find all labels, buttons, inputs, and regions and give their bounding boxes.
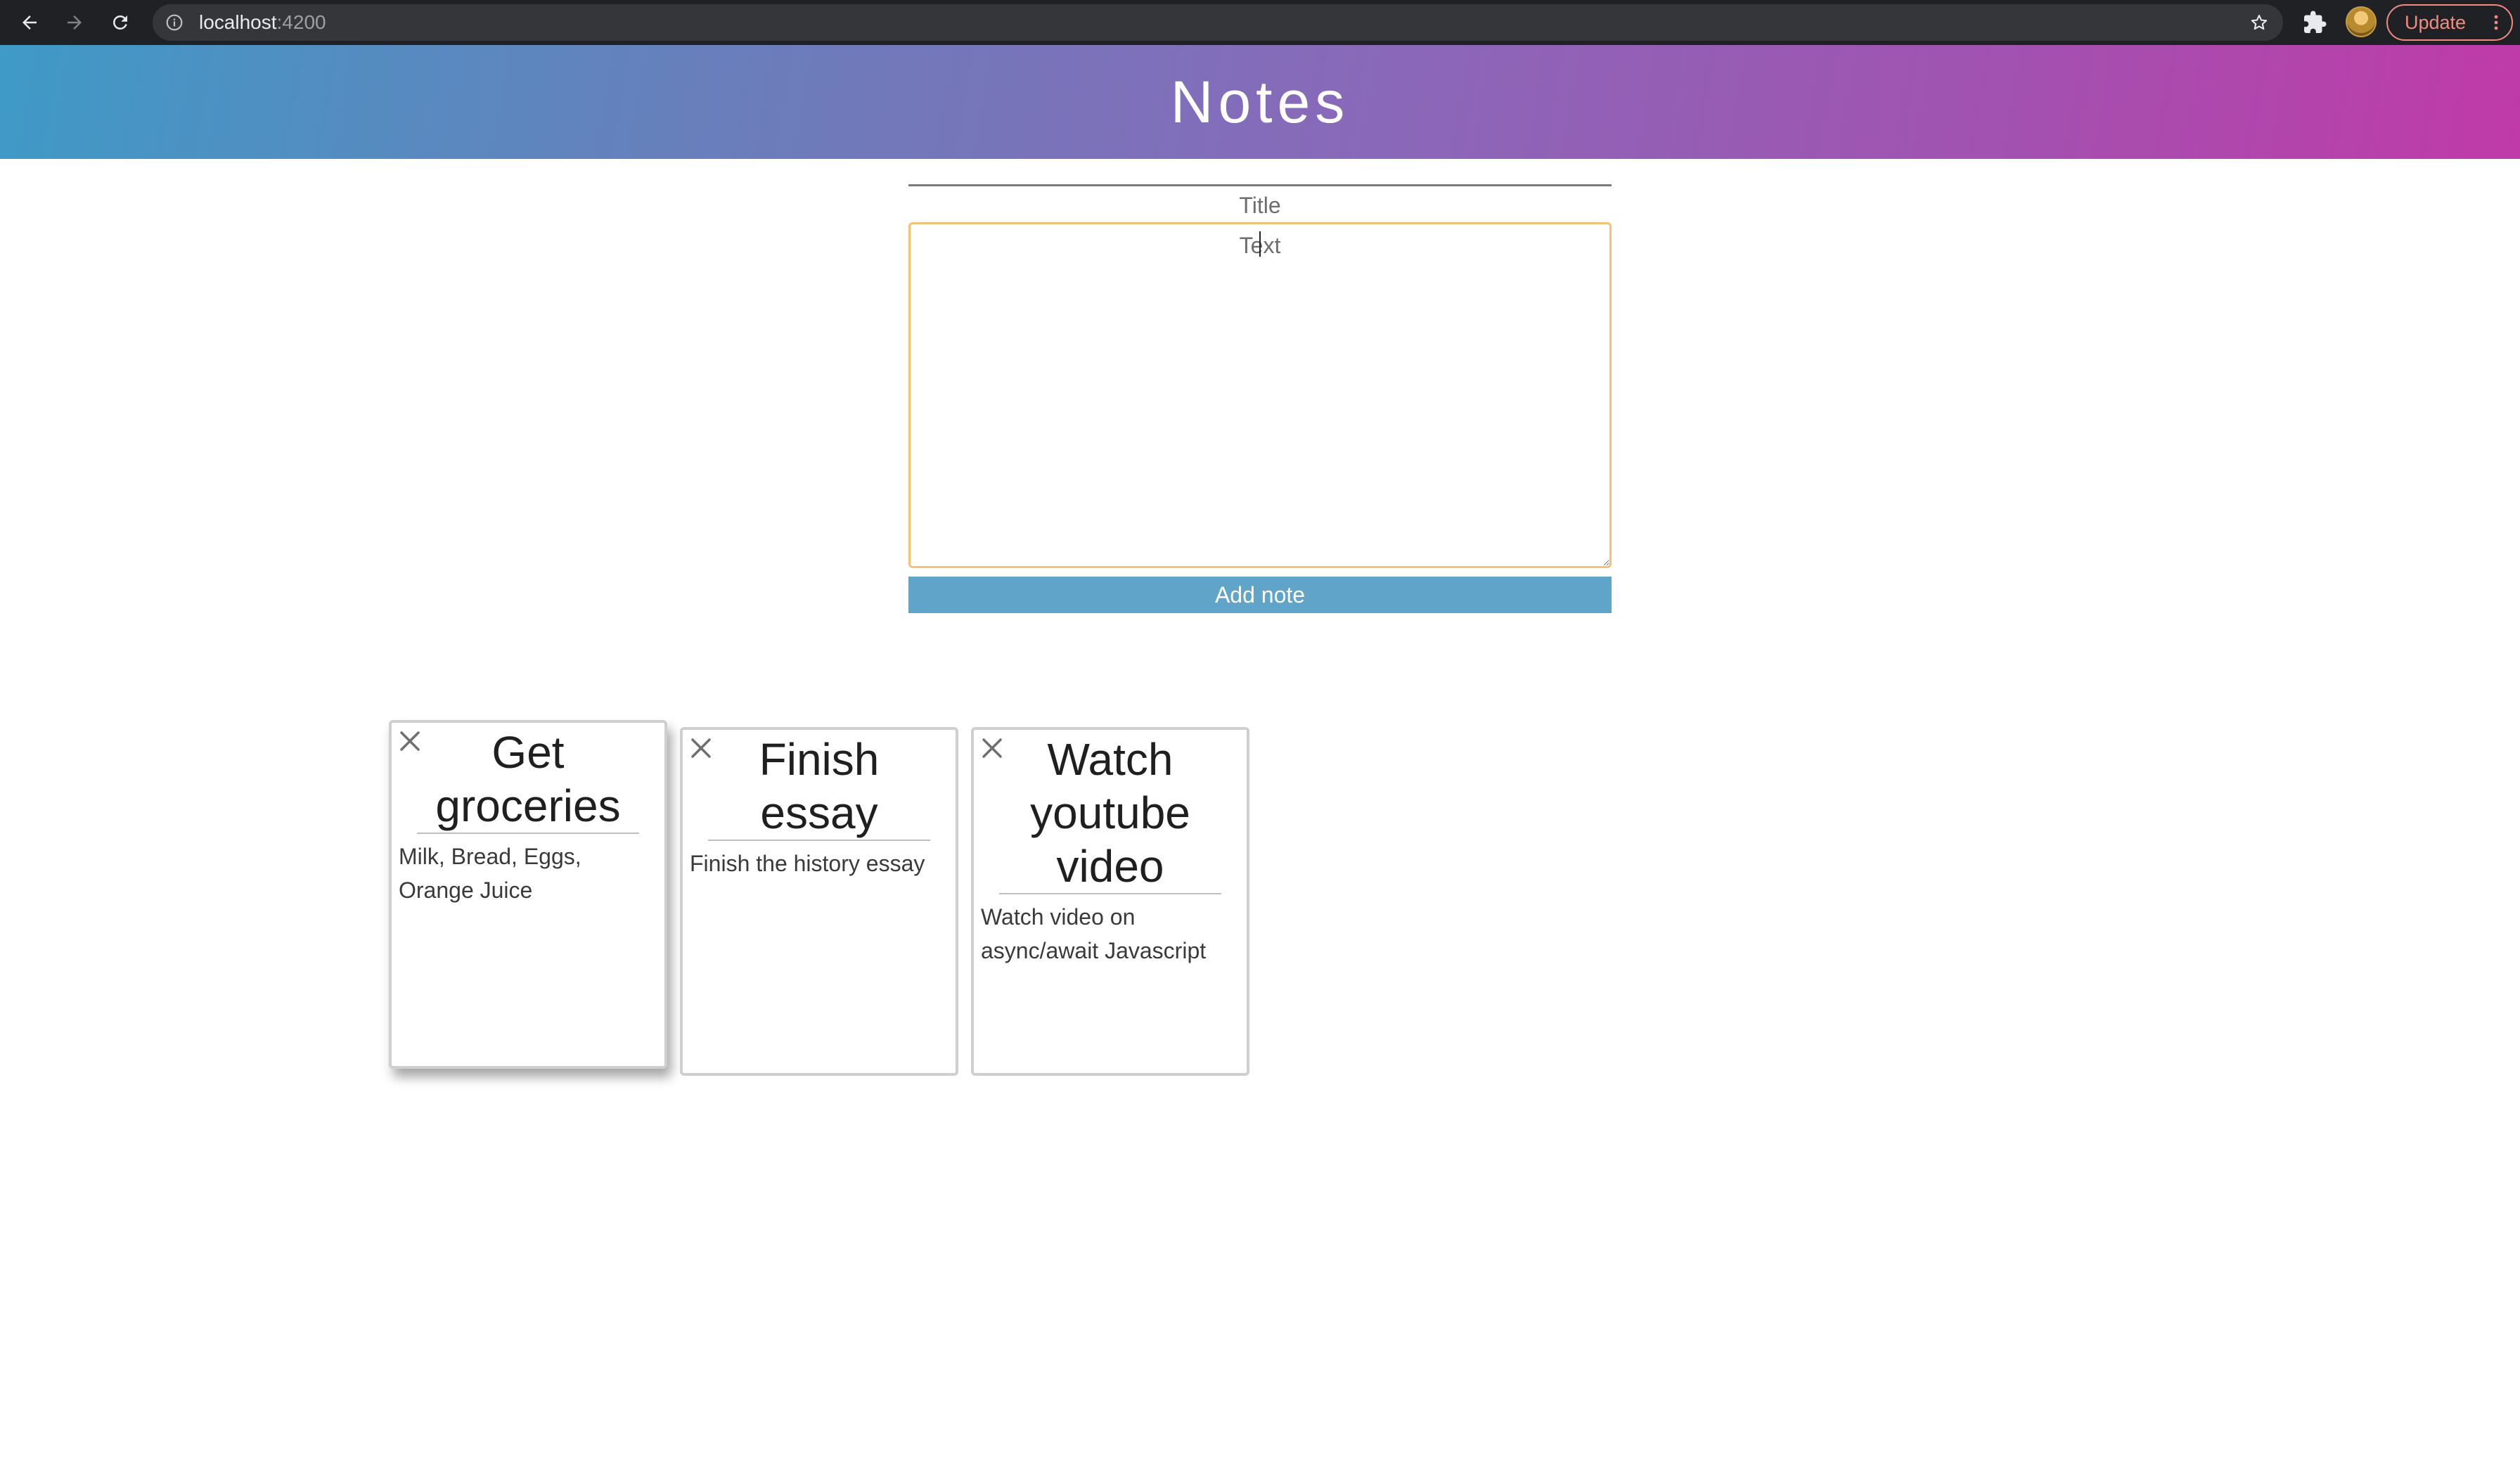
title-input[interactable]: [908, 184, 1612, 222]
note-card: Finish essay Finish the history essay: [680, 727, 958, 1076]
note-body: Finish the history essay: [690, 851, 925, 876]
url-host: localhost: [199, 11, 277, 33]
star-icon[interactable]: [2249, 13, 2269, 32]
note-title: Get groceries: [417, 726, 639, 834]
reload-icon: [113, 15, 127, 30]
url-text: localhost:4200: [199, 4, 326, 41]
note-title: Finish essay: [708, 733, 930, 841]
update-button[interactable]: Update: [2386, 4, 2513, 41]
back-button[interactable]: [13, 6, 46, 39]
browser-toolbar: localhost:4200 Update: [0, 0, 2520, 45]
forward-button[interactable]: [58, 6, 91, 39]
note-card: Get groceries Milk, Bread, Eggs, Orange …: [389, 720, 667, 1069]
reload-button[interactable]: [103, 6, 137, 39]
page-title: Notes: [1170, 69, 1350, 135]
forward-arrow-icon: [68, 15, 82, 30]
url-port: :4200: [276, 11, 326, 33]
text-cursor: [1259, 231, 1261, 257]
note-body: Milk, Bread, Eggs, Orange Juice: [399, 844, 581, 903]
info-icon[interactable]: [165, 13, 184, 32]
puzzle-icon[interactable]: [2302, 10, 2327, 35]
back-arrow-icon: [22, 15, 37, 30]
update-label: Update: [2405, 12, 2467, 33]
address-bar[interactable]: localhost:4200: [153, 4, 2283, 41]
note-title: Watch youtube video: [999, 733, 1221, 894]
note-card: Watch youtube video Watch video on async…: [971, 727, 1249, 1076]
text-input[interactable]: [908, 222, 1612, 568]
kebab-menu-icon[interactable]: [2493, 14, 2499, 31]
profile-avatar[interactable]: [2346, 6, 2377, 37]
app-header: Notes: [0, 45, 2520, 159]
add-note-button[interactable]: Add note: [908, 577, 1612, 613]
page: localhost:4200 Update Notes Add note: [0, 0, 2520, 1478]
note-body: Watch video on async/await Javascript: [981, 904, 1207, 963]
